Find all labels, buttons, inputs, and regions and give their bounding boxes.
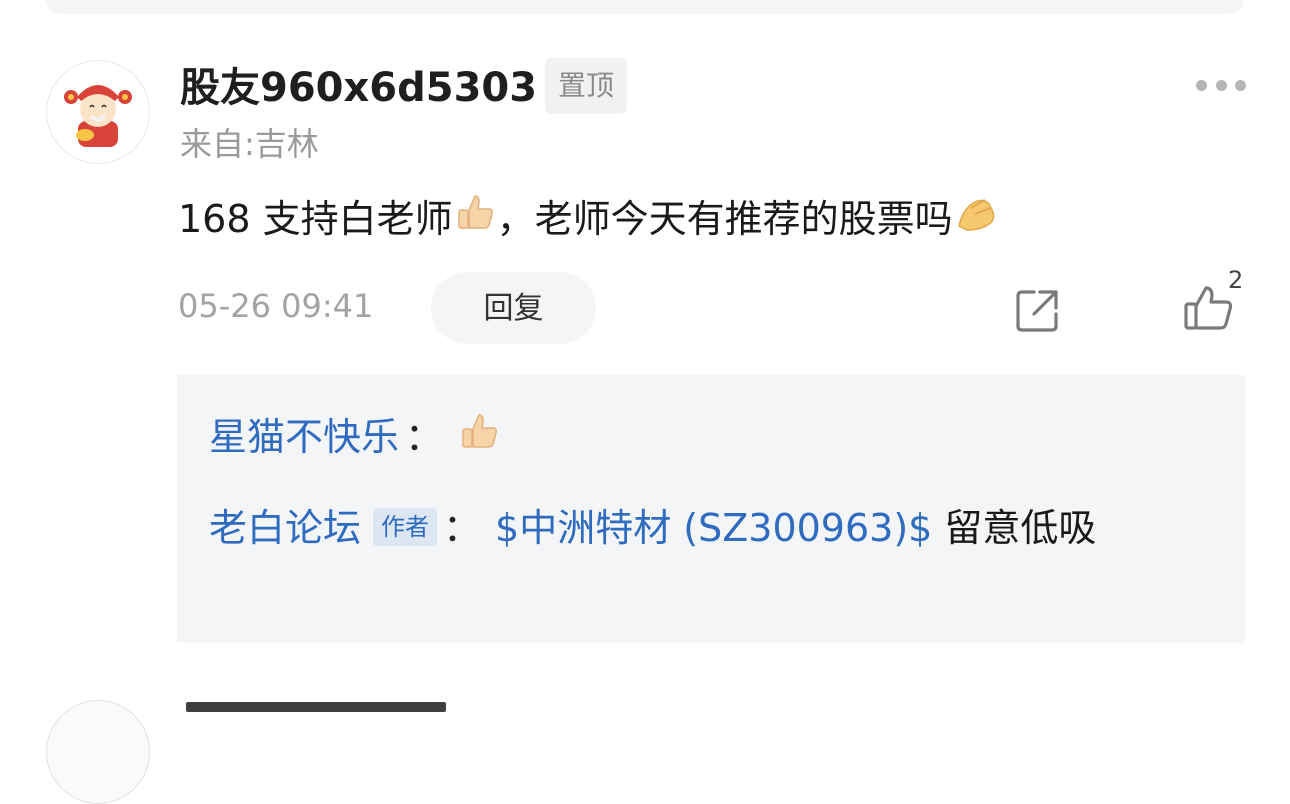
reply-author-name[interactable]: 星猫不快乐: [209, 412, 399, 462]
pinned-badge: 置顶: [545, 58, 627, 114]
pinched-hand-emoji: [953, 190, 999, 247]
next-comment-avatar[interactable]: [46, 700, 150, 804]
post-text-part-2: ，老师今天有推荐的股票吗: [496, 196, 953, 241]
reply-author-name[interactable]: 老白论坛: [209, 506, 361, 550]
replies-panel: 星猫不快乐 ： 老白论坛 作者： $中洲特材 (SZ300963)$ 留意低吸: [177, 375, 1245, 643]
reply-button[interactable]: 回复: [431, 272, 596, 344]
dot: [1235, 79, 1246, 91]
avatar-image: [48, 62, 148, 162]
post-content: 168 支持白老师 ，老师今天有推荐的股票吗: [178, 190, 999, 247]
post-location: 来自:吉林: [180, 125, 319, 163]
next-comment-username: [186, 702, 446, 712]
dot: [1215, 79, 1227, 91]
reply-item: 老白论坛 作者： $中洲特材 (SZ300963)$ 留意低吸: [209, 493, 1209, 563]
reply-item: 星猫不快乐 ：: [209, 409, 501, 465]
reply-colon: ：: [443, 506, 482, 550]
thumbs-up-emoji: [453, 190, 497, 247]
stock-link[interactable]: $中洲特材 (SZ300963)$: [495, 506, 932, 550]
post-text-part-1: 168 支持白老师: [178, 196, 453, 241]
reply-text: 留意低吸: [932, 506, 1097, 550]
share-icon[interactable]: [1012, 284, 1064, 336]
more-dots-icon[interactable]: [1196, 78, 1246, 92]
author-badge: 作者: [373, 507, 438, 546]
user-avatar[interactable]: [46, 60, 150, 164]
thumbs-up-emoji: [457, 409, 501, 465]
dot: [1196, 79, 1207, 91]
previous-card-bottom: [46, 0, 1244, 14]
post-username[interactable]: 股友960x6d5303: [180, 64, 537, 112]
like-count: 2: [1228, 266, 1244, 294]
reply-colon: ：: [405, 415, 444, 459]
post-timestamp: 05-26 09:41: [178, 287, 374, 325]
